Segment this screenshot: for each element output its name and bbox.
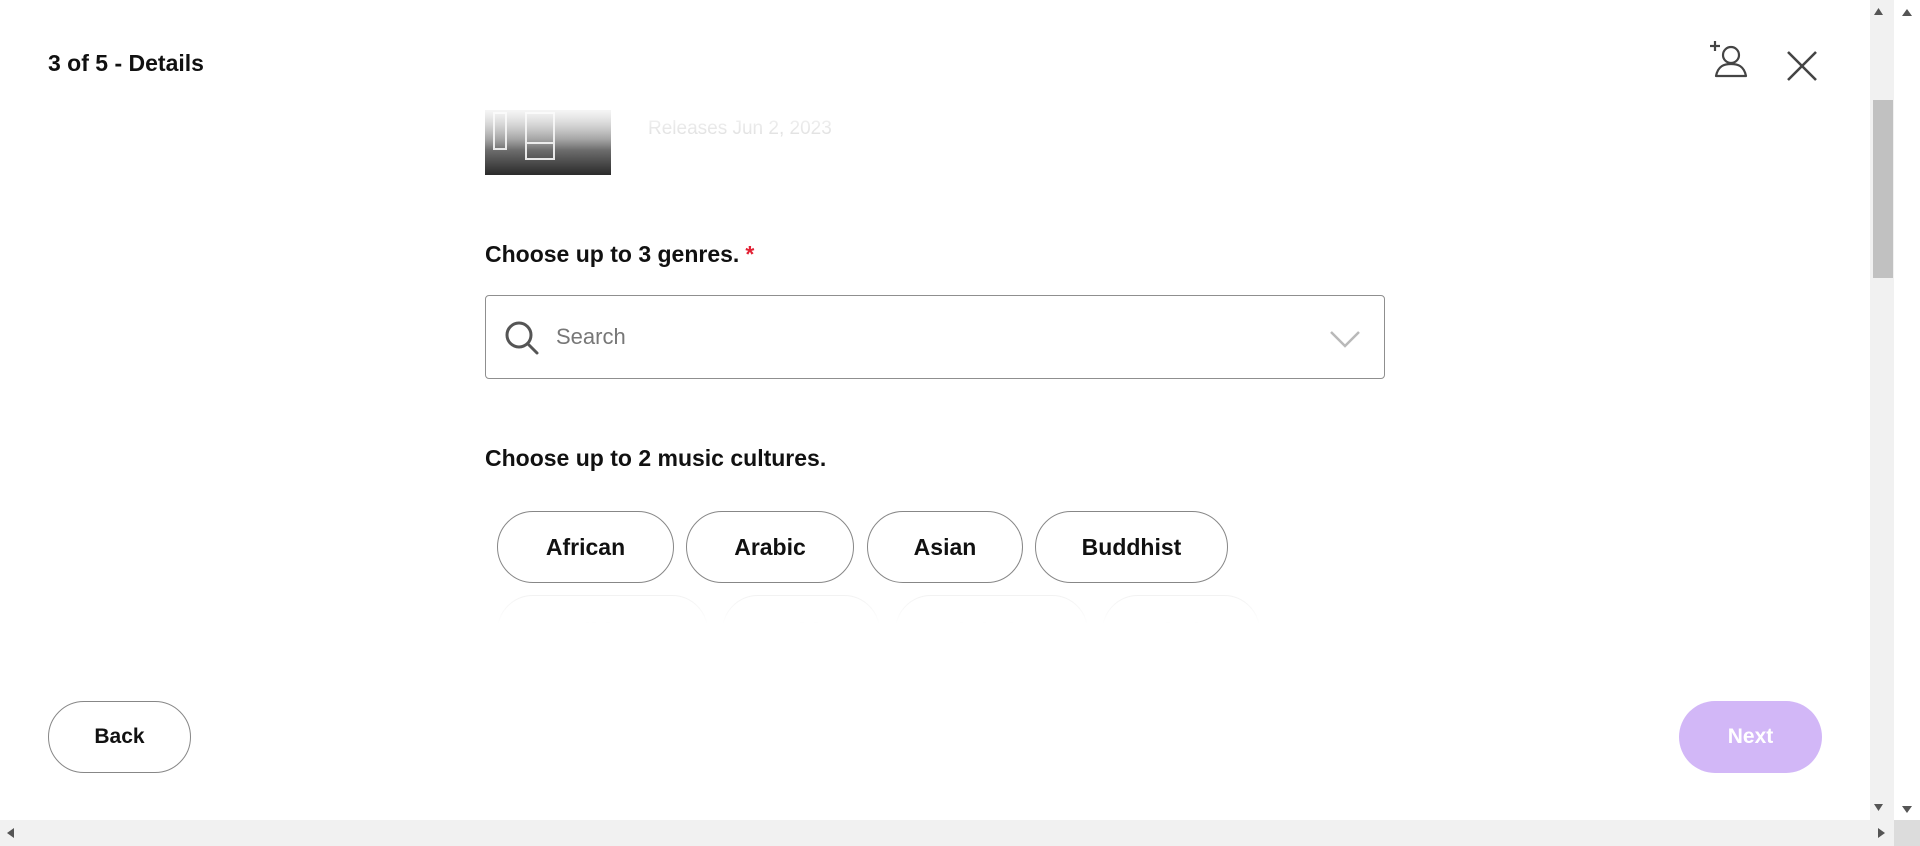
genre-search-input[interactable] xyxy=(556,316,1276,358)
genres-label: Choose up to 3 genres. * xyxy=(485,241,754,268)
next-button[interactable]: Next xyxy=(1679,701,1822,773)
artwork-window-bar xyxy=(525,130,555,144)
culture-chip-hindu[interactable]: Hindu xyxy=(1102,595,1260,630)
chevron-down-icon[interactable] xyxy=(1328,324,1362,352)
culture-chip-christian[interactable]: Christian xyxy=(895,595,1088,630)
scroll-up-arrow-icon[interactable] xyxy=(1870,0,1887,22)
scroll-right-arrow-icon[interactable] xyxy=(1872,824,1890,842)
culture-chip-asian[interactable]: Asian xyxy=(867,511,1023,583)
scroll-down-arrow-icon[interactable] xyxy=(1870,796,1887,820)
add-collaborator-icon[interactable] xyxy=(1706,38,1750,82)
culture-chip-arabic[interactable]: Arabic xyxy=(686,511,854,583)
close-icon[interactable] xyxy=(1782,46,1822,86)
outer-scroll-down-arrow-icon[interactable] xyxy=(1898,800,1916,818)
dialog-footer: Back Next xyxy=(0,630,1870,820)
search-icon xyxy=(505,321,539,355)
artwork-window xyxy=(493,112,507,150)
culture-chip-african[interactable]: African xyxy=(497,511,674,583)
culture-chip-celtic[interactable]: Celtic xyxy=(722,595,880,630)
genre-search-combobox[interactable] xyxy=(485,295,1385,379)
scroll-fade-top xyxy=(0,110,1870,150)
culture-chip-buddhist[interactable]: Buddhist xyxy=(1035,511,1228,583)
scroll-left-arrow-icon[interactable] xyxy=(2,824,20,842)
culture-chip-caribbean[interactable]: Caribbean xyxy=(497,595,708,630)
release-artwork xyxy=(485,110,611,175)
release-date: Releases Jun 2, 2023 xyxy=(648,118,832,139)
outer-scroll-up-arrow-icon[interactable] xyxy=(1898,4,1916,22)
step-title: 3 of 5 - Details xyxy=(48,50,204,76)
cultures-label: Choose up to 2 music cultures. xyxy=(485,445,827,471)
horizontal-scrollbar[interactable] xyxy=(0,820,1920,846)
genres-label-text: Choose up to 3 genres. xyxy=(485,241,740,267)
back-button[interactable]: Back xyxy=(48,701,191,773)
outer-scroll-gutter xyxy=(1894,0,1920,820)
vertical-scroll-thumb[interactable] xyxy=(1873,100,1893,278)
required-marker: * xyxy=(745,241,755,267)
dialog-header: 3 of 5 - Details xyxy=(0,0,1870,110)
scrollbar-corner xyxy=(1894,820,1920,846)
